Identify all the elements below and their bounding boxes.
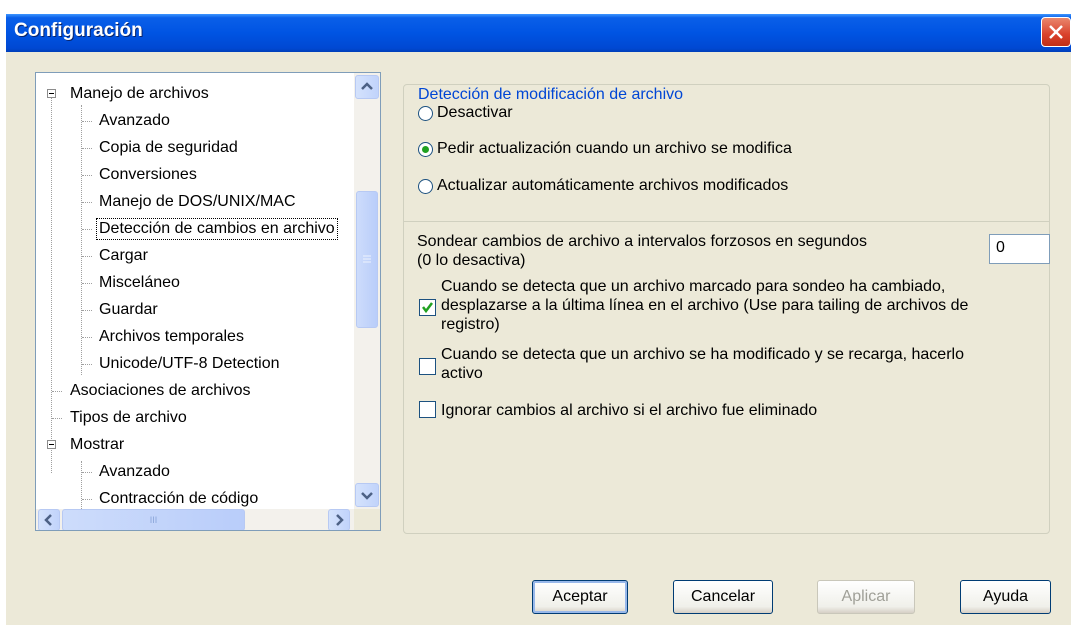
tree-branch [82, 175, 92, 176]
radio-prompt-update[interactable] [418, 142, 433, 157]
radio-disable[interactable] [418, 106, 433, 121]
tree-line [81, 105, 82, 375]
tree-item-display-advanced[interactable]: Avanzado [99, 462, 170, 482]
settings-tree[interactable]: Manejo de archivos Avanzado Copia de seg… [35, 72, 381, 531]
tree-horizontal-scrollbar[interactable]: III [36, 509, 354, 530]
close-icon [1049, 25, 1063, 39]
apply-button[interactable]: Aplicar [817, 580, 915, 614]
tree-item-misc[interactable]: Misceláneo [99, 273, 180, 293]
window-title: Configuración [14, 20, 143, 41]
tree-item-code-folding[interactable]: Contracción de código [99, 489, 258, 509]
ok-button[interactable]: Aceptar [532, 580, 628, 614]
checkbox-scroll-to-end-line3[interactable]: registro) [441, 315, 500, 334]
checkbox-scroll-to-end-line2[interactable]: desplazarse a la última línea en el arch… [441, 296, 968, 315]
tree-item-advanced[interactable]: Avanzado [99, 111, 170, 131]
tree-item-temp-files[interactable]: Archivos temporales [99, 327, 244, 347]
tree-item-display[interactable]: Mostrar [70, 435, 124, 455]
tree-item-file-associations[interactable]: Asociaciones de archivos [70, 381, 251, 401]
radio-disable-label[interactable]: Desactivar [437, 104, 513, 122]
tree-item-unicode[interactable]: Unicode/UTF-8 Detection [99, 354, 280, 374]
grip-icon [363, 255, 371, 263]
checkmark-icon [422, 302, 433, 314]
tree-branch [82, 337, 92, 338]
settings-dialog: Configuración Manejo de archivos Avanzad… [6, 14, 1071, 625]
tree-branch [82, 310, 92, 311]
chevron-up-icon [361, 82, 373, 90]
tree-item-save[interactable]: Guardar [99, 300, 158, 320]
tree-branch [82, 283, 92, 284]
tree-item-file-handling[interactable]: Manejo de archivos [70, 84, 209, 104]
tree-item-change-detection[interactable]: Detección de cambios en archivo [96, 218, 338, 240]
tree-item-load[interactable]: Cargar [99, 246, 148, 266]
chevron-down-icon [361, 492, 373, 500]
scrollbar-corner [354, 509, 380, 530]
checkbox-activate-on-reload-line2[interactable]: activo [441, 364, 483, 383]
tree-item-file-types[interactable]: Tipos de archivo [70, 408, 187, 428]
radio-prompt-update-label[interactable]: Pedir actualización cuando un archivo se… [437, 140, 792, 158]
chevron-left-icon [44, 514, 52, 526]
checkbox-scroll-to-end[interactable] [419, 299, 436, 316]
tree-branch [82, 202, 92, 203]
radio-auto-update-label[interactable]: Actualizar automáticamente archivos modi… [437, 177, 788, 195]
tree-branch [52, 391, 62, 392]
scroll-right-button[interactable] [328, 509, 350, 530]
checkbox-ignore-deleted-label[interactable]: Ignorar cambios al archivo si el archivo… [441, 401, 817, 420]
collapse-icon[interactable] [47, 440, 56, 449]
tree-item-conversions[interactable]: Conversiones [99, 165, 197, 185]
tree-item-backup[interactable]: Copia de seguridad [99, 138, 238, 158]
polling-interval-input[interactable]: 0 [989, 234, 1050, 264]
close-button[interactable] [1041, 17, 1071, 47]
tree-branch [82, 472, 92, 473]
section-divider [404, 221, 1049, 222]
polling-label-line1: Sondear cambios de archivo a intervalos … [417, 233, 868, 250]
tree-line [51, 93, 52, 473]
cancel-button[interactable]: Cancelar [673, 580, 773, 614]
tree-branch [82, 229, 92, 230]
tree-branch [82, 499, 92, 500]
title-bar[interactable]: Configuración [6, 14, 1071, 52]
horizontal-scroll-thumb[interactable]: III [62, 509, 245, 530]
tree-item-dos-unix-mac[interactable]: Manejo de DOS/UNIX/MAC [99, 192, 296, 212]
vertical-scroll-thumb[interactable] [356, 191, 378, 328]
collapse-icon[interactable] [47, 89, 56, 98]
checkbox-scroll-to-end-line1[interactable]: Cuando se detecta que un archivo marcado… [441, 277, 945, 296]
tree-branch [52, 418, 62, 419]
chevron-right-icon [336, 514, 344, 526]
tree-branch [82, 148, 92, 149]
tree-branch [82, 121, 92, 122]
tree-branch [82, 364, 92, 365]
checkbox-activate-on-reload-line1[interactable]: Cuando se detecta que un archivo se ha m… [441, 345, 964, 364]
radio-selected-dot [422, 146, 429, 153]
scroll-up-button[interactable] [355, 75, 379, 99]
checkbox-ignore-deleted[interactable] [419, 401, 436, 418]
radio-auto-update[interactable] [418, 179, 433, 194]
help-button[interactable]: Ayuda [960, 580, 1051, 614]
tree-branch [82, 256, 92, 257]
tree-vertical-scrollbar[interactable] [354, 73, 380, 509]
checkbox-activate-on-reload[interactable] [419, 358, 436, 375]
groupbox-legend: Detección de modificación de archivo [414, 86, 688, 104]
scroll-left-button[interactable] [38, 509, 60, 530]
scroll-down-button[interactable] [355, 483, 379, 507]
polling-label-line2: (0 lo desactiva) [417, 252, 526, 269]
